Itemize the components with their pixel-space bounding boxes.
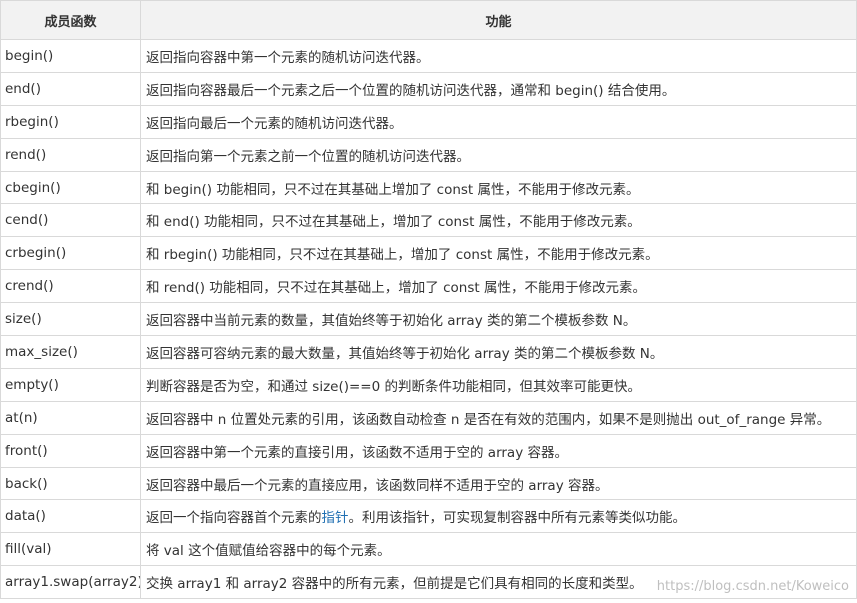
function-name: rend() <box>0 137 141 172</box>
function-name: crend() <box>0 269 141 304</box>
function-description: 返回容器中第一个元素的直接引用，该函数不适用于空的 array 容器。 <box>140 433 857 468</box>
function-description: 返回指向最后一个元素的随机访问迭代器。 <box>140 104 857 139</box>
function-name: at(n) <box>0 400 141 435</box>
description-text-after: 。利用该指针，可实现复制容器中所有元素等类似功能。 <box>348 510 687 527</box>
table-row: cend() 和 end() 功能相同，只不过在其基础上，增加了 const 属… <box>0 203 857 238</box>
table-row: crbegin() 和 rbegin() 功能相同，只不过在其基础上，增加了 c… <box>0 236 857 271</box>
function-description: 判断容器是否为空，和通过 size()==0 的判断条件功能相同，但其效率可能更… <box>140 367 857 402</box>
function-description: 和 rend() 功能相同，只不过在其基础上，增加了 const 属性，不能用于… <box>140 269 857 304</box>
member-functions-table: 成员函数 功能 begin() 返回指向容器中第一个元素的随机访问迭代器。 en… <box>0 0 857 600</box>
function-description: 返回容器中最后一个元素的直接应用，该函数同样不适用于空的 array 容器。 <box>140 466 857 501</box>
function-name: end() <box>0 71 141 106</box>
table-row: at(n) 返回容器中 n 位置处元素的引用，该函数自动检查 n 是否在有效的范… <box>0 400 857 435</box>
description-text-before: 返回一个指向容器首个元素的 <box>146 510 322 527</box>
table-row: max_size() 返回容器可容纳元素的最大数量，其值始终等于初始化 arra… <box>0 335 857 369</box>
table-row: front() 返回容器中第一个元素的直接引用，该函数不适用于空的 array … <box>0 433 857 468</box>
function-description: 返回容器中 n 位置处元素的引用，该函数自动检查 n 是否在有效的范围内，如果不… <box>140 400 857 435</box>
function-description: 返回一个指向容器首个元素的指针。利用该指针，可实现复制容器中所有元素等类似功能。 <box>140 499 857 534</box>
header-member-function: 成员函数 <box>0 0 141 40</box>
function-description: 和 end() 功能相同，只不过在其基础上，增加了 const 属性，不能用于修… <box>140 203 857 238</box>
function-name: data() <box>0 499 141 534</box>
table-row: size() 返回容器中当前元素的数量，其值始终等于初始化 array 类的第二… <box>0 302 857 337</box>
function-name: rbegin() <box>0 104 141 139</box>
function-description: 和 rbegin() 功能相同，只不过在其基础上，增加了 const 属性，不能… <box>140 236 857 271</box>
header-description: 功能 <box>140 0 857 40</box>
function-name: back() <box>0 466 141 501</box>
table-row: fill(val) 将 val 这个值赋值给容器中的每个元素。 <box>0 532 857 567</box>
function-description: 返回指向容器最后一个元素之后一个位置的随机访问迭代器，通常和 begin() 结… <box>140 71 857 106</box>
function-name: front() <box>0 433 141 468</box>
table-row: rbegin() 返回指向最后一个元素的随机访问迭代器。 <box>0 104 857 139</box>
function-description: 返回容器可容纳元素的最大数量，其值始终等于初始化 array 类的第二个模板参数… <box>140 335 857 369</box>
table-header-row: 成员函数 功能 <box>0 0 857 40</box>
function-name: fill(val) <box>0 532 141 567</box>
function-description: 返回指向容器中第一个元素的随机访问迭代器。 <box>140 39 857 73</box>
table-row: cbegin() 和 begin() 功能相同，只不过在其基础上增加了 cons… <box>0 170 857 205</box>
function-name: array1.swap(array2) <box>0 565 141 600</box>
function-name: begin() <box>0 39 141 73</box>
table-row: end() 返回指向容器最后一个元素之后一个位置的随机访问迭代器，通常和 beg… <box>0 71 857 106</box>
function-name: cend() <box>0 203 141 238</box>
table-row: crend() 和 rend() 功能相同，只不过在其基础上，增加了 const… <box>0 269 857 304</box>
table-row: begin() 返回指向容器中第一个元素的随机访问迭代器。 <box>0 39 857 73</box>
function-name: crbegin() <box>0 236 141 271</box>
function-description: 返回指向第一个元素之前一个位置的随机访问迭代器。 <box>140 137 857 172</box>
function-name: max_size() <box>0 335 141 369</box>
table-row: rend() 返回指向第一个元素之前一个位置的随机访问迭代器。 <box>0 137 857 172</box>
table-row: back() 返回容器中最后一个元素的直接应用，该函数同样不适用于空的 arra… <box>0 466 857 501</box>
function-description: 返回容器中当前元素的数量，其值始终等于初始化 array 类的第二个模板参数 N… <box>140 302 857 337</box>
function-name: cbegin() <box>0 170 141 205</box>
pointer-link[interactable]: 指针 <box>322 510 349 526</box>
watermark: https://blog.csdn.net/Koweico <box>656 579 849 594</box>
function-description: 将 val 这个值赋值给容器中的每个元素。 <box>140 532 857 567</box>
function-name: size() <box>0 302 141 337</box>
function-name: empty() <box>0 367 141 402</box>
table-row: data() 返回一个指向容器首个元素的指针。利用该指针，可实现复制容器中所有元… <box>0 499 857 534</box>
table-row: empty() 判断容器是否为空，和通过 size()==0 的判断条件功能相同… <box>0 367 857 402</box>
function-description: 和 begin() 功能相同，只不过在其基础上增加了 const 属性，不能用于… <box>140 170 857 205</box>
